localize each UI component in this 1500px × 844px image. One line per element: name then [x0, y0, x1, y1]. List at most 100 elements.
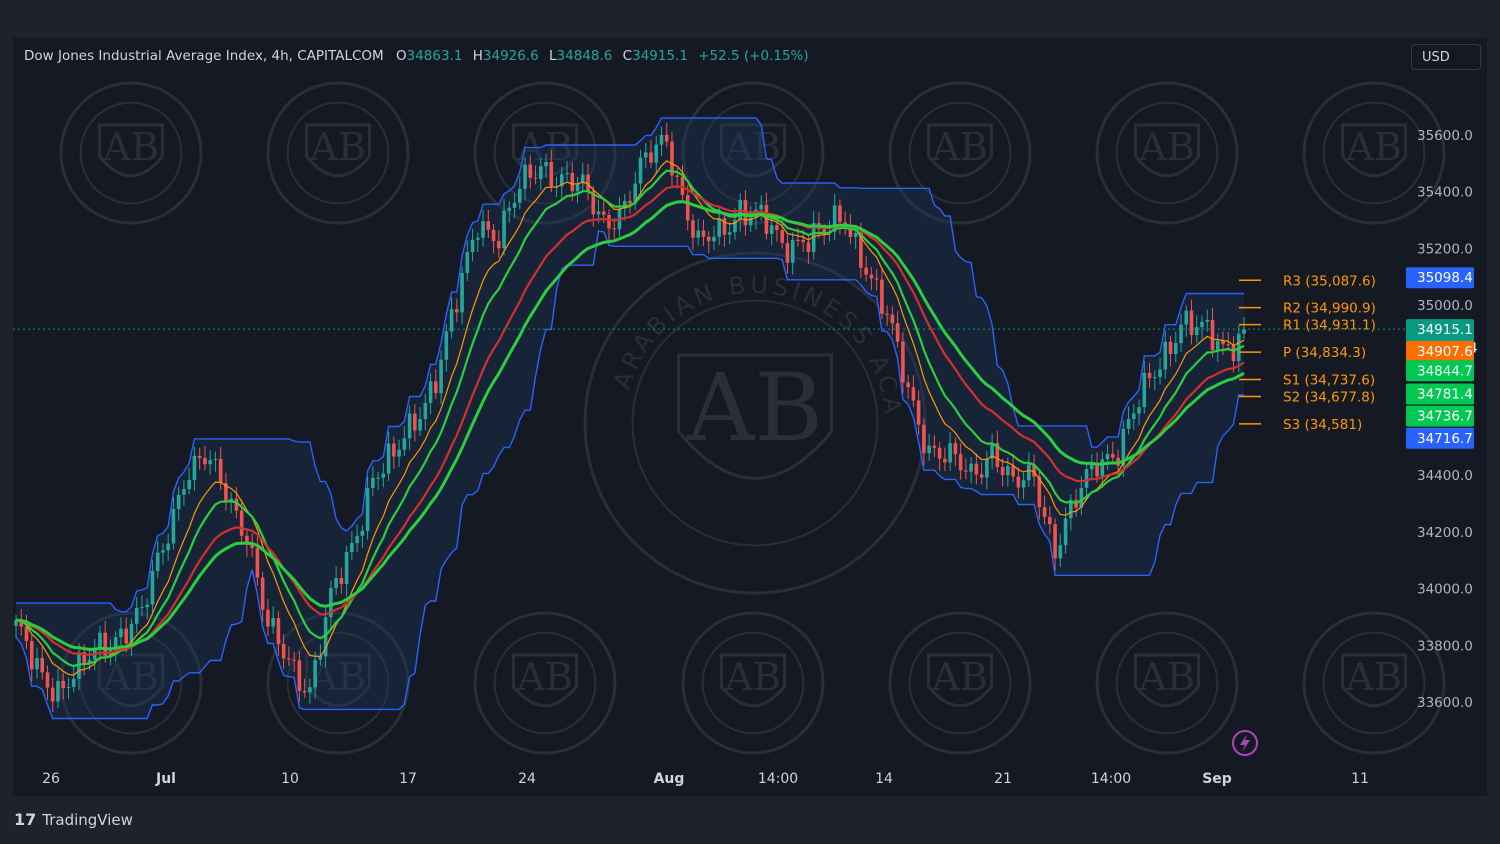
- candle-body: [596, 211, 601, 215]
- candle-body: [124, 628, 129, 644]
- watermark-logo: AB: [266, 81, 410, 225]
- candle-body: [1000, 467, 1005, 476]
- price-chart[interactable]: ABABABABABABABABABABABABABABABARABIAN BU…: [13, 38, 1487, 796]
- candle-body: [428, 381, 433, 403]
- candle-body: [145, 604, 149, 608]
- candle-body: [906, 382, 910, 388]
- candle-body: [187, 479, 191, 490]
- candle-body: [948, 443, 952, 463]
- candle-body: [155, 552, 160, 571]
- chart-panel[interactable]: AB AB AB AB AB AB AB AB AB AB AB AB AB AB AB ARABIAN BU…: [13, 38, 1487, 796]
- candle-body: [517, 188, 522, 203]
- y-tick-label: 35400.0: [1417, 185, 1473, 201]
- candle-body: [1006, 465, 1010, 476]
- candle-body: [266, 609, 270, 627]
- candle-body: [1126, 419, 1131, 429]
- price-badge: 34781.4: [1406, 383, 1474, 405]
- candle-body: [727, 232, 732, 235]
- price-badge: 34907.6: [1406, 341, 1474, 363]
- candle-body: [512, 202, 517, 208]
- x-tick-label: 21: [994, 771, 1012, 787]
- candle-body: [964, 470, 968, 472]
- candle-body: [937, 447, 942, 459]
- candle-body: [302, 690, 307, 693]
- candle-body: [523, 164, 527, 189]
- candle-body: [853, 232, 858, 237]
- candle-body: [1242, 329, 1246, 334]
- candle-body: [1131, 413, 1136, 420]
- candle-body: [638, 157, 643, 184]
- candle-body: [969, 463, 973, 472]
- candle-body: [255, 547, 260, 578]
- candle-body: [213, 458, 218, 461]
- candle-body: [40, 658, 45, 673]
- candle-body: [575, 183, 580, 192]
- watermark-monogram: AB: [724, 655, 781, 700]
- price-badge-text: 35098.4: [1417, 270, 1473, 286]
- candle-body: [392, 443, 396, 457]
- pivot-label: S1 (34,737.6): [1283, 372, 1375, 388]
- candle-body: [292, 659, 296, 661]
- watermark-logo: AB: [59, 81, 203, 225]
- candle-body: [612, 228, 617, 230]
- high-label: H: [472, 48, 483, 64]
- price-badge: 34736.7: [1406, 405, 1474, 427]
- candle-body: [911, 387, 916, 401]
- lightning-icon[interactable]: [1232, 730, 1258, 756]
- candle-body: [696, 230, 701, 238]
- candle-body: [1163, 341, 1168, 370]
- candle-body: [607, 214, 611, 229]
- watermark-monogram: AB: [931, 125, 988, 170]
- candle-body: [1147, 372, 1152, 379]
- price-badge: 34716.7: [1406, 427, 1474, 449]
- x-tick-label: Sep: [1202, 771, 1232, 787]
- open-label: O: [395, 48, 407, 64]
- watermark-monogram: AB: [1138, 655, 1195, 700]
- candle-body: [570, 172, 575, 192]
- candle-body: [281, 644, 286, 659]
- candle-body: [287, 658, 291, 660]
- candle-body: [885, 313, 889, 315]
- pivot-label: R2 (34,990.9): [1283, 301, 1376, 317]
- watermark-monogram: AB: [102, 125, 159, 170]
- watermark-logo: AB: [1302, 81, 1446, 225]
- currency-selector[interactable]: USD: [1411, 44, 1481, 70]
- candle-body: [460, 273, 464, 313]
- candle-body: [628, 200, 632, 204]
- candle-body: [365, 488, 370, 531]
- candle-body: [507, 207, 512, 211]
- candle-body: [176, 494, 181, 510]
- candle-body: [775, 225, 779, 231]
- candle-body: [1100, 459, 1105, 477]
- candle-body: [171, 509, 176, 544]
- candle-body: [150, 570, 155, 605]
- candle-body: [1231, 344, 1236, 362]
- price-badge-text: 34736.7: [1417, 409, 1473, 425]
- candle-body: [413, 413, 417, 431]
- price-badge-text: 34844.7: [1417, 363, 1473, 379]
- watermark-monogram: AB: [931, 655, 988, 700]
- candle-body: [1189, 310, 1194, 335]
- candle-body: [1021, 480, 1026, 488]
- candle-body: [449, 309, 454, 332]
- price-badge-text: 34716.7: [1417, 431, 1473, 447]
- pivot-label: R1 (34,931.1): [1283, 318, 1376, 334]
- candle-body: [197, 455, 202, 459]
- candle-body: [785, 242, 790, 263]
- candle-body: [654, 144, 659, 163]
- watermark-logo: AB: [473, 611, 617, 755]
- candle-body: [691, 220, 695, 238]
- candle-body: [407, 413, 412, 439]
- candle-body: [528, 164, 533, 178]
- y-tick-label: 35000.0: [1417, 298, 1473, 314]
- change-value: +52.5 (+0.15%): [698, 48, 809, 64]
- x-tick-label: Aug: [654, 771, 685, 787]
- candle-body: [1063, 518, 1068, 546]
- candle-body: [98, 632, 102, 649]
- footer-brand[interactable]: 𝟭𝟳 TradingView: [14, 810, 133, 829]
- candle-body: [664, 134, 669, 142]
- candle-body: [801, 239, 805, 243]
- candle-body: [218, 458, 223, 484]
- x-axis[interactable]: 26 Jul 10 17 24 Aug 14:00 14 21 14:00 Sep 11: [42, 771, 1369, 787]
- candle-body: [1027, 464, 1031, 481]
